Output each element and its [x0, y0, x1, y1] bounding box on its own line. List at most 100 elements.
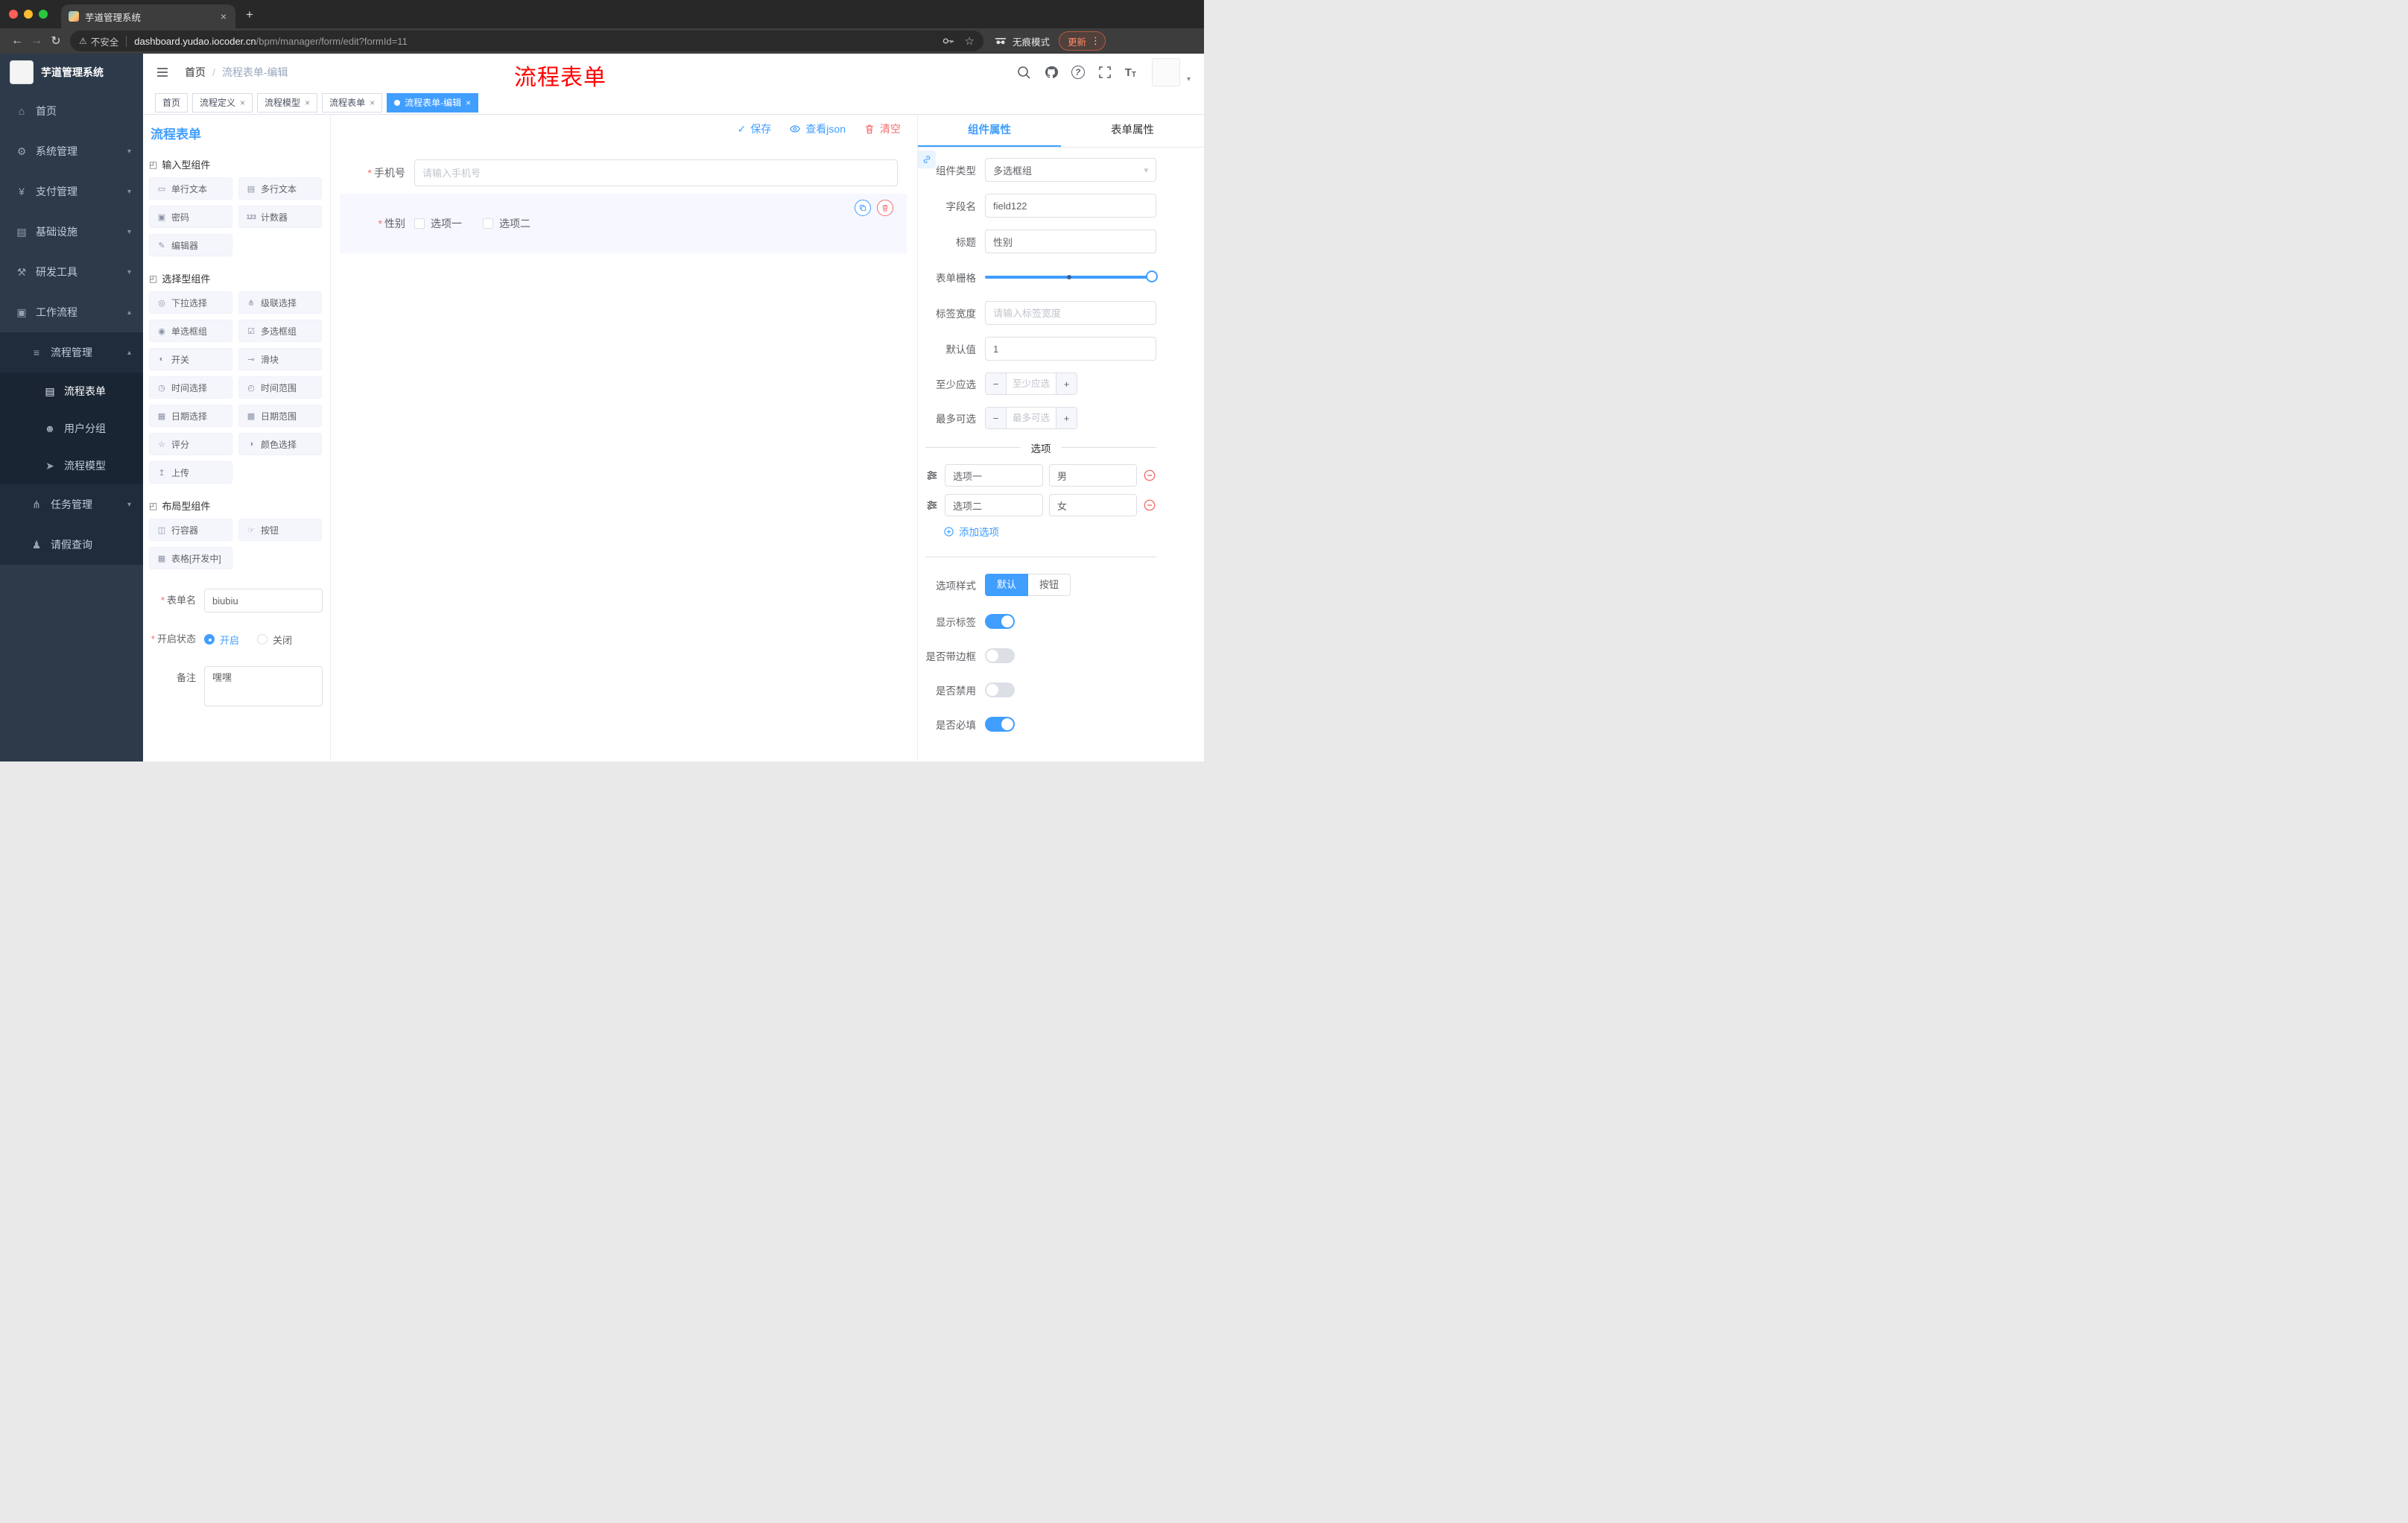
component-dropdown[interactable]: ◎ 下拉选择	[149, 291, 232, 314]
component-type-select[interactable]: 多选框组 ▾	[985, 158, 1156, 182]
tab-close-icon[interactable]: ×	[370, 98, 375, 108]
sidebar-item-system-mgmt[interactable]: ⚙ 系统管理 ▾	[0, 131, 143, 171]
component-upload[interactable]: ↥ 上传	[149, 461, 232, 484]
option2-value-input[interactable]	[1049, 494, 1137, 516]
browser-menu-kebab-icon[interactable]: ⋮	[1091, 35, 1100, 47]
border-toggle[interactable]	[985, 648, 1015, 663]
component-color-picker[interactable]: ◑ 颜色选择	[238, 433, 322, 455]
sidebar-item-home[interactable]: ⌂ 首页	[0, 91, 143, 131]
add-option-button[interactable]: 添加选项	[943, 524, 1156, 539]
gender-option2-checkbox[interactable]: 选项二	[483, 216, 530, 231]
security-label[interactable]: 不安全	[91, 34, 119, 48]
component-time-range[interactable]: ◴ 时间范围	[238, 376, 322, 399]
remove-option-button[interactable]	[1143, 469, 1156, 482]
disabled-toggle[interactable]	[985, 683, 1015, 697]
save-button[interactable]: ✓ 保存	[738, 121, 772, 136]
component-editor[interactable]: ✎ 编辑器	[149, 234, 232, 256]
component-button[interactable]: ☞ 按钮	[238, 519, 322, 541]
minus-button[interactable]: −	[986, 373, 1007, 394]
password-key-icon[interactable]	[941, 34, 954, 48]
delete-widget-button[interactable]	[877, 200, 893, 216]
phone-field-row[interactable]: * 手机号	[340, 159, 907, 186]
component-date-picker[interactable]: ▦ 日期选择	[149, 405, 232, 427]
tab-close-icon[interactable]: ×	[240, 98, 245, 108]
sidebar-item-infrastructure[interactable]: ▤ 基础设施 ▾	[0, 212, 143, 252]
bookmark-star-icon[interactable]: ☆	[965, 34, 975, 48]
required-toggle[interactable]	[985, 717, 1015, 732]
close-window-button[interactable]	[9, 10, 18, 19]
option2-label-input[interactable]	[945, 494, 1043, 516]
field-name-input[interactable]	[985, 194, 1156, 218]
sidebar-item-user-group[interactable]: ☻ 用户分组	[0, 410, 143, 447]
max-select-input[interactable]	[1007, 408, 1056, 428]
phone-input[interactable]	[414, 159, 898, 186]
remove-option-button[interactable]	[1143, 498, 1156, 512]
drag-handle-icon[interactable]	[925, 498, 939, 512]
back-icon[interactable]: ←	[7, 34, 27, 48]
sidebar-item-process-form[interactable]: ▤ 流程表单	[0, 373, 143, 410]
sidebar-item-task-mgmt[interactable]: ⋔ 任务管理 ▾	[0, 484, 143, 525]
tab-process-form[interactable]: 流程表单 ×	[322, 92, 383, 113]
gender-option1-checkbox[interactable]: 选项一	[414, 216, 462, 231]
sidebar-item-payment-mgmt[interactable]: ¥ 支付管理 ▾	[0, 171, 143, 212]
component-radio-group[interactable]: ◉ 单选框组	[149, 320, 232, 342]
show-label-toggle[interactable]	[985, 614, 1015, 629]
form-name-input[interactable]	[204, 589, 323, 612]
style-button-button[interactable]: 按钮	[1028, 574, 1071, 596]
gender-field-widget-selected[interactable]: * 性别 选项一 选项二	[340, 194, 907, 253]
default-value-input[interactable]	[985, 337, 1156, 361]
zoom-window-button[interactable]	[39, 10, 48, 19]
component-checkbox-group[interactable]: ☑ 多选框组	[238, 320, 322, 342]
sidebar-item-workflow[interactable]: ▣ 工作流程 ▴	[0, 292, 143, 332]
forward-icon[interactable]: →	[27, 34, 46, 48]
sidebar-item-leave-query[interactable]: ♟ 请假查询	[0, 525, 143, 565]
sidebar-fold-icon[interactable]	[155, 65, 170, 80]
tab-close-icon[interactable]: ×	[305, 98, 310, 108]
avatar-caret-icon[interactable]: ▾	[1187, 75, 1191, 83]
option1-value-input[interactable]	[1049, 464, 1137, 487]
sidebar-item-dev-tools[interactable]: ⚒ 研发工具 ▾	[0, 252, 143, 292]
tab-process-definition[interactable]: 流程定义 ×	[192, 92, 253, 113]
tab-process-model[interactable]: 流程模型 ×	[257, 92, 318, 113]
slider-handle[interactable]	[1146, 270, 1158, 282]
style-default-button[interactable]: 默认	[985, 574, 1029, 596]
option1-label-input[interactable]	[945, 464, 1043, 487]
github-icon[interactable]	[1044, 65, 1059, 80]
sidebar-item-process-model[interactable]: ➤ 流程模型	[0, 447, 143, 484]
duplicate-widget-button[interactable]	[855, 200, 871, 216]
plus-button[interactable]: +	[1056, 373, 1077, 394]
min-select-input[interactable]	[1007, 373, 1056, 394]
minus-button[interactable]: −	[986, 408, 1007, 428]
component-multi-line-text[interactable]: ▤ 多行文本	[238, 177, 322, 200]
tab-close-icon[interactable]: ×	[219, 10, 228, 22]
component-slider[interactable]: ⊸ 滑块	[238, 348, 322, 370]
component-date-range[interactable]: ▩ 日期范围	[238, 405, 322, 427]
update-button[interactable]: 更新 ⋮	[1059, 31, 1106, 51]
clear-button[interactable]: 清空	[864, 121, 901, 136]
minimize-window-button[interactable]	[24, 10, 33, 19]
view-json-button[interactable]: 查看json	[789, 121, 846, 136]
label-width-input[interactable]	[985, 301, 1156, 325]
component-time-picker[interactable]: ◷ 时间选择	[149, 376, 232, 399]
component-table-dev[interactable]: ▦ 表格[开发中]	[149, 547, 232, 569]
tab-process-form-edit[interactable]: 流程表单-编辑 ×	[387, 92, 479, 113]
fullscreen-icon[interactable]	[1097, 65, 1112, 80]
plus-button[interactable]: +	[1056, 408, 1077, 428]
title-input[interactable]	[985, 229, 1156, 253]
component-cascader[interactable]: ⋔ 级联选择	[238, 291, 322, 314]
address-bar[interactable]: ⚠ 不安全 dashboard.yudao.iocoder.cn /bpm/ma…	[70, 31, 983, 51]
tab-component-props[interactable]: 组件属性	[918, 115, 1061, 147]
reload-icon[interactable]: ↻	[46, 34, 66, 48]
form-remark-textarea[interactable]: 嘿嘿	[204, 666, 323, 706]
browser-tab[interactable]: 芋道管理系统 ×	[61, 4, 235, 28]
search-icon[interactable]	[1016, 65, 1031, 80]
link-anchor-button[interactable]	[918, 151, 936, 168]
breadcrumb-home[interactable]: 首页	[185, 65, 206, 80]
sidebar-item-process-mgmt[interactable]: ≡ 流程管理 ▴	[0, 332, 143, 373]
status-on-radio[interactable]: 开启	[204, 633, 239, 647]
component-row-container[interactable]: ◫ 行容器	[149, 519, 232, 541]
tab-form-props[interactable]: 表单属性	[1061, 115, 1204, 147]
component-rate[interactable]: ☆ 评分	[149, 433, 232, 455]
help-icon[interactable]: ?	[1071, 66, 1085, 79]
component-switch[interactable]: ◐ 开关	[149, 348, 232, 370]
